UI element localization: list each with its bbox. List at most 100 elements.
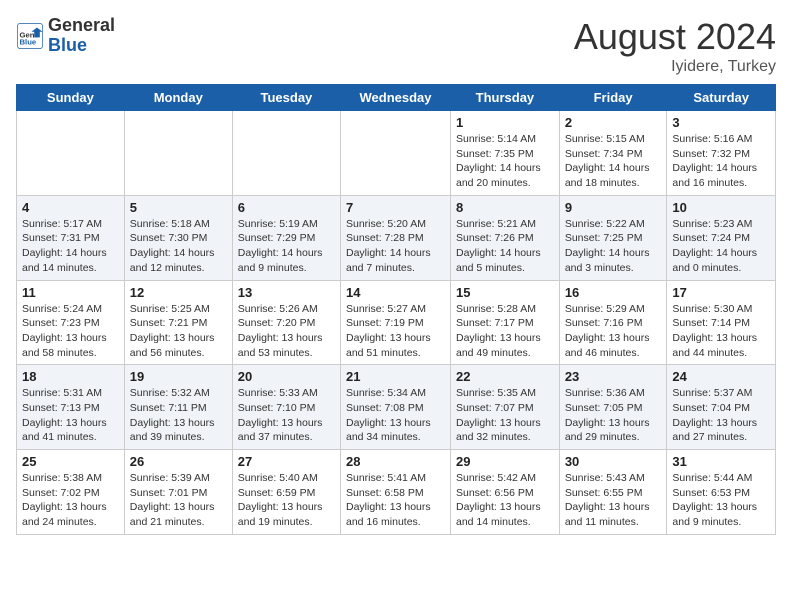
day-number: 22: [456, 369, 554, 384]
calendar-cell: 5 Sunrise: 5:18 AM Sunset: 7:30 PM Daylig…: [124, 195, 232, 280]
day-info: Sunrise: 5:27 AM Sunset: 7:19 PM Dayligh…: [346, 302, 445, 361]
day-number: 6: [238, 200, 335, 215]
day-info: Sunrise: 5:30 AM Sunset: 7:14 PM Dayligh…: [672, 302, 770, 361]
day-info: Sunrise: 5:21 AM Sunset: 7:26 PM Dayligh…: [456, 217, 554, 276]
calendar-cell: 15 Sunrise: 5:28 AM Sunset: 7:17 PM Dayli…: [451, 280, 560, 365]
calendar-cell: 12 Sunrise: 5:25 AM Sunset: 7:21 PM Dayli…: [124, 280, 232, 365]
day-number: 31: [672, 454, 770, 469]
day-info: Sunrise: 5:17 AM Sunset: 7:31 PM Dayligh…: [22, 217, 119, 276]
day-number: 5: [130, 200, 227, 215]
day-number: 12: [130, 285, 227, 300]
calendar-week-row: 18Sunrise: 5:31 AM Sunset: 7:13 PM Dayli…: [17, 365, 776, 450]
day-number: 4: [22, 200, 119, 215]
day-info: Sunrise: 5:36 AM Sunset: 7:05 PM Dayligh…: [565, 386, 662, 445]
day-info: Sunrise: 5:19 AM Sunset: 7:29 PM Dayligh…: [238, 217, 335, 276]
day-info: Sunrise: 5:24 AM Sunset: 7:23 PM Dayligh…: [22, 302, 119, 361]
day-number: 16: [565, 285, 662, 300]
day-number: 27: [238, 454, 335, 469]
month-year-title: August 2024: [574, 16, 776, 58]
day-number: 2: [565, 115, 662, 130]
calendar-cell: 14 Sunrise: 5:27 AM Sunset: 7:19 PM Dayli…: [341, 280, 451, 365]
day-info: Sunrise: 5:38 AM Sunset: 7:02 PM Dayligh…: [22, 471, 119, 530]
day-number: 24: [672, 369, 770, 384]
svg-text:Blue: Blue: [20, 37, 37, 46]
day-info: Sunrise: 5:15 AM Sunset: 7:34 PM Dayligh…: [565, 132, 662, 191]
day-number: 8: [456, 200, 554, 215]
calendar-cell: 9 Sunrise: 5:22 AM Sunset: 7:25 PM Daylig…: [559, 195, 667, 280]
day-number: 19: [130, 369, 227, 384]
calendar-header-tuesday: Tuesday: [232, 85, 340, 111]
calendar-cell: [17, 111, 125, 196]
day-number: 26: [130, 454, 227, 469]
day-number: 11: [22, 285, 119, 300]
day-info: Sunrise: 5:33 AM Sunset: 7:10 PM Dayligh…: [238, 386, 335, 445]
calendar-cell: 22 Sunrise: 5:35 AM Sunset: 7:07 PM Dayli…: [451, 365, 560, 450]
day-info: Sunrise: 5:37 AM Sunset: 7:04 PM Dayligh…: [672, 386, 770, 445]
day-info: Sunrise: 5:31 AM Sunset: 7:13 PM Dayligh…: [22, 386, 119, 445]
calendar-cell: [341, 111, 451, 196]
logo-icon: Gene Blue: [16, 22, 44, 50]
calendar-header-saturday: Saturday: [667, 85, 776, 111]
calendar-cell: 2 Sunrise: 5:15 AM Sunset: 7:34 PM Daylig…: [559, 111, 667, 196]
calendar-header-wednesday: Wednesday: [341, 85, 451, 111]
day-number: 13: [238, 285, 335, 300]
day-info: Sunrise: 5:34 AM Sunset: 7:08 PM Dayligh…: [346, 386, 445, 445]
day-number: 30: [565, 454, 662, 469]
calendar-cell: 16 Sunrise: 5:29 AM Sunset: 7:16 PM Dayli…: [559, 280, 667, 365]
day-number: 23: [565, 369, 662, 384]
day-info: Sunrise: 5:41 AM Sunset: 6:58 PM Dayligh…: [346, 471, 445, 530]
day-info: Sunrise: 5:22 AM Sunset: 7:25 PM Dayligh…: [565, 217, 662, 276]
calendar-cell: 7 Sunrise: 5:20 AM Sunset: 7:28 PM Daylig…: [341, 195, 451, 280]
day-info: Sunrise: 5:25 AM Sunset: 7:21 PM Dayligh…: [130, 302, 227, 361]
calendar-cell: 4 Sunrise: 5:17 AM Sunset: 7:31 PM Daylig…: [17, 195, 125, 280]
day-info: Sunrise: 5:20 AM Sunset: 7:28 PM Dayligh…: [346, 217, 445, 276]
calendar-week-row: 11 Sunrise: 5:24 AM Sunset: 7:23 PM Dayli…: [17, 280, 776, 365]
day-info: Sunrise: 5:43 AM Sunset: 6:55 PM Dayligh…: [565, 471, 662, 530]
day-info: Sunrise: 5:23 AM Sunset: 7:24 PM Dayligh…: [672, 217, 770, 276]
day-number: 17: [672, 285, 770, 300]
day-info: Sunrise: 5:32 AM Sunset: 7:11 PM Dayligh…: [130, 386, 227, 445]
day-number: 29: [456, 454, 554, 469]
day-info: Sunrise: 5:42 AM Sunset: 6:56 PM Dayligh…: [456, 471, 554, 530]
calendar-header-monday: Monday: [124, 85, 232, 111]
day-info: Sunrise: 5:39 AM Sunset: 7:01 PM Dayligh…: [130, 471, 227, 530]
day-number: 25: [22, 454, 119, 469]
calendar-cell: 8 Sunrise: 5:21 AM Sunset: 7:26 PM Daylig…: [451, 195, 560, 280]
calendar-cell: 3 Sunrise: 5:16 AM Sunset: 7:32 PM Daylig…: [667, 111, 776, 196]
calendar-cell: 18Sunrise: 5:31 AM Sunset: 7:13 PM Dayli…: [17, 365, 125, 450]
calendar-cell: 11 Sunrise: 5:24 AM Sunset: 7:23 PM Dayli…: [17, 280, 125, 365]
day-number: 15: [456, 285, 554, 300]
calendar-header-sunday: Sunday: [17, 85, 125, 111]
day-info: Sunrise: 5:40 AM Sunset: 6:59 PM Dayligh…: [238, 471, 335, 530]
calendar-cell: 26 Sunrise: 5:39 AM Sunset: 7:01 PM Dayli…: [124, 450, 232, 535]
page-header: Gene Blue General Blue August 2024 Iyide…: [16, 16, 776, 76]
day-number: 7: [346, 200, 445, 215]
day-info: Sunrise: 5:16 AM Sunset: 7:32 PM Dayligh…: [672, 132, 770, 191]
calendar-cell: 29 Sunrise: 5:42 AM Sunset: 6:56 PM Dayli…: [451, 450, 560, 535]
day-info: Sunrise: 5:29 AM Sunset: 7:16 PM Dayligh…: [565, 302, 662, 361]
calendar-week-row: 1Sunrise: 5:14 AM Sunset: 7:35 PM Daylig…: [17, 111, 776, 196]
calendar-header-friday: Friday: [559, 85, 667, 111]
calendar-table: SundayMondayTuesdayWednesdayThursdayFrid…: [16, 84, 776, 535]
calendar-cell: 13 Sunrise: 5:26 AM Sunset: 7:20 PM Dayli…: [232, 280, 340, 365]
calendar-cell: 28 Sunrise: 5:41 AM Sunset: 6:58 PM Dayli…: [341, 450, 451, 535]
calendar-cell: 31Sunrise: 5:44 AM Sunset: 6:53 PM Dayli…: [667, 450, 776, 535]
day-info: Sunrise: 5:26 AM Sunset: 7:20 PM Dayligh…: [238, 302, 335, 361]
day-info: Sunrise: 5:18 AM Sunset: 7:30 PM Dayligh…: [130, 217, 227, 276]
day-info: Sunrise: 5:14 AM Sunset: 7:35 PM Dayligh…: [456, 132, 554, 191]
logo-general-text: General: [48, 16, 115, 36]
day-number: 14: [346, 285, 445, 300]
day-number: 3: [672, 115, 770, 130]
logo: Gene Blue General Blue: [16, 16, 115, 56]
calendar-cell: 23 Sunrise: 5:36 AM Sunset: 7:05 PM Dayli…: [559, 365, 667, 450]
day-number: 9: [565, 200, 662, 215]
day-info: Sunrise: 5:28 AM Sunset: 7:17 PM Dayligh…: [456, 302, 554, 361]
calendar-cell: 20Sunrise: 5:33 AM Sunset: 7:10 PM Dayli…: [232, 365, 340, 450]
calendar-cell: 30 Sunrise: 5:43 AM Sunset: 6:55 PM Dayli…: [559, 450, 667, 535]
calendar-cell: 1Sunrise: 5:14 AM Sunset: 7:35 PM Daylig…: [451, 111, 560, 196]
day-info: Sunrise: 5:35 AM Sunset: 7:07 PM Dayligh…: [456, 386, 554, 445]
calendar-week-row: 25 Sunrise: 5:38 AM Sunset: 7:02 PM Dayli…: [17, 450, 776, 535]
calendar-cell: 21Sunrise: 5:34 AM Sunset: 7:08 PM Dayli…: [341, 365, 451, 450]
calendar-header-thursday: Thursday: [451, 85, 560, 111]
day-number: 28: [346, 454, 445, 469]
